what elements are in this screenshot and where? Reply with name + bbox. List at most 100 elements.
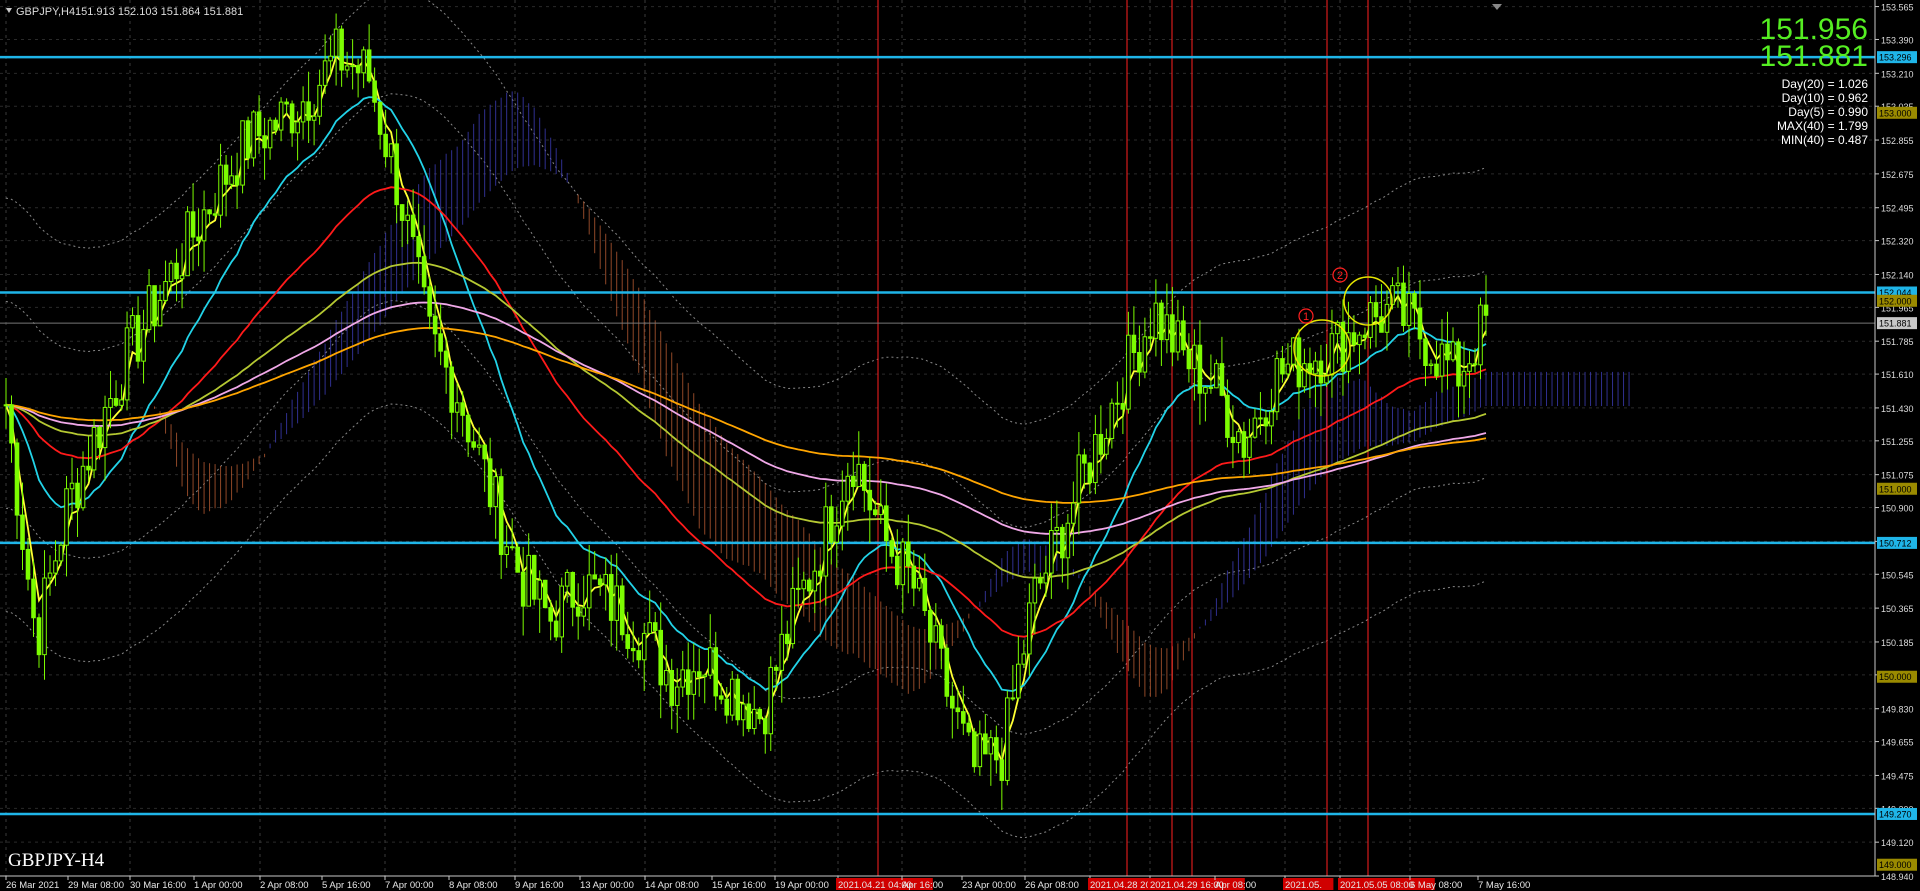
- x-tick-label: 8 Apr 08:00: [449, 880, 498, 891]
- candle-body: [1236, 431, 1241, 444]
- chart-background: [0, 0, 1920, 891]
- candle-body: [625, 634, 631, 649]
- candle-body: [1109, 402, 1115, 439]
- stat-day20: Day(20) = 1.026: [1782, 77, 1869, 91]
- candle-body: [130, 315, 135, 329]
- candle-body: [1406, 293, 1412, 326]
- candle-body: [328, 55, 333, 62]
- candle-body: [983, 733, 988, 755]
- candle-body: [1071, 502, 1076, 524]
- candle-body: [1439, 343, 1445, 377]
- candle-body: [168, 262, 174, 283]
- candle-body: [267, 119, 273, 149]
- candle-body: [75, 482, 80, 509]
- candle-body: [416, 236, 421, 258]
- candle-body: [801, 579, 807, 590]
- candle-body: [883, 505, 889, 542]
- candle-body: [427, 286, 432, 317]
- candle-body: [751, 708, 757, 730]
- candle-body: [234, 175, 240, 186]
- candle-body: [1175, 320, 1181, 353]
- candle-body: [1010, 697, 1016, 700]
- y-tick-label: 149.830: [1881, 705, 1914, 715]
- x-tick-label: 19 Apr 00:00: [775, 880, 829, 891]
- candle-body: [828, 506, 834, 543]
- candle-body: [1461, 370, 1467, 387]
- candle-body: [1203, 386, 1208, 394]
- candle-body: [410, 214, 416, 238]
- candle-body: [1142, 336, 1148, 373]
- candle-body: [542, 579, 548, 609]
- x-tick-label: 6 May 08:00: [1410, 880, 1462, 891]
- price-tag-label: 149.270: [1879, 809, 1912, 819]
- candle-body: [1362, 334, 1368, 338]
- candle-body: [80, 465, 86, 509]
- price-tag-label: 151.881: [1879, 319, 1912, 329]
- candle-body: [795, 587, 801, 590]
- candle-body: [1120, 403, 1126, 410]
- candle-body: [603, 574, 609, 586]
- candle-body: [1434, 363, 1439, 377]
- candle-body: [196, 236, 201, 242]
- candle-body: [273, 119, 278, 131]
- y-tick-label: 149.655: [1881, 738, 1914, 748]
- y-tick-label: 148.940: [1881, 872, 1914, 882]
- candle-body: [575, 606, 581, 617]
- x-tick-label: 15 Apr 16:00: [712, 880, 766, 891]
- candle-body: [790, 587, 796, 645]
- x-tick-label: 2021.05.: [1285, 880, 1322, 891]
- candle-body: [454, 402, 460, 413]
- candle-body: [900, 541, 906, 586]
- candle-body: [1280, 358, 1285, 375]
- candle-body: [1450, 341, 1456, 361]
- candle-body: [1258, 417, 1263, 420]
- candle-body: [1428, 363, 1434, 366]
- candle-body: [1401, 282, 1406, 326]
- candle-body: [630, 647, 636, 652]
- candle-body: [1214, 363, 1219, 389]
- candle-body: [262, 135, 267, 149]
- candle-body: [1285, 363, 1291, 375]
- candle-body: [586, 574, 592, 609]
- candle-body: [944, 647, 950, 697]
- candle-body: [685, 669, 691, 695]
- candle-body: [1395, 282, 1401, 287]
- candle-body: [91, 426, 97, 471]
- candle-body: [509, 546, 515, 549]
- candle-body: [388, 143, 394, 158]
- candle-body: [289, 103, 295, 134]
- candle-body: [1197, 344, 1203, 394]
- candle-body: [520, 571, 526, 607]
- candle-body: [1131, 334, 1137, 354]
- candle-body: [1065, 522, 1071, 559]
- chart-watermark: GBPJPY-H4: [8, 850, 105, 871]
- candle-body: [1098, 433, 1104, 455]
- candle-body: [1060, 526, 1065, 559]
- candle-body: [1263, 417, 1269, 427]
- candle-body: [559, 585, 564, 638]
- chart-header: GBPJPY,H4 151.913 152.103 151.864 151.88…: [6, 6, 243, 18]
- candle-body: [917, 577, 922, 589]
- candle-body: [317, 84, 322, 117]
- x-tick-label: 7 May 16:00: [1478, 880, 1530, 891]
- candle-body: [641, 632, 647, 661]
- price-tag-label: 150.712: [1879, 538, 1912, 548]
- price-chart[interactable]: 1 2 153.565153.390153.210153.035152.8551…: [0, 0, 1920, 891]
- candle-body: [344, 65, 350, 71]
- candle-body: [663, 669, 669, 686]
- candle-body: [482, 444, 487, 460]
- candle-body: [526, 554, 531, 607]
- candle-body: [861, 463, 867, 491]
- candle-body: [58, 544, 64, 562]
- candle-body: [1126, 334, 1131, 410]
- candle-body: [300, 101, 306, 123]
- candle-body: [3, 404, 9, 407]
- candle-body: [1318, 360, 1324, 384]
- candle-body: [53, 560, 58, 574]
- candle-body: [724, 698, 730, 716]
- candle-body: [768, 666, 774, 735]
- candle-body: [592, 574, 597, 580]
- candle-body: [135, 315, 141, 362]
- candle-body: [498, 476, 504, 556]
- candle-body: [817, 570, 823, 577]
